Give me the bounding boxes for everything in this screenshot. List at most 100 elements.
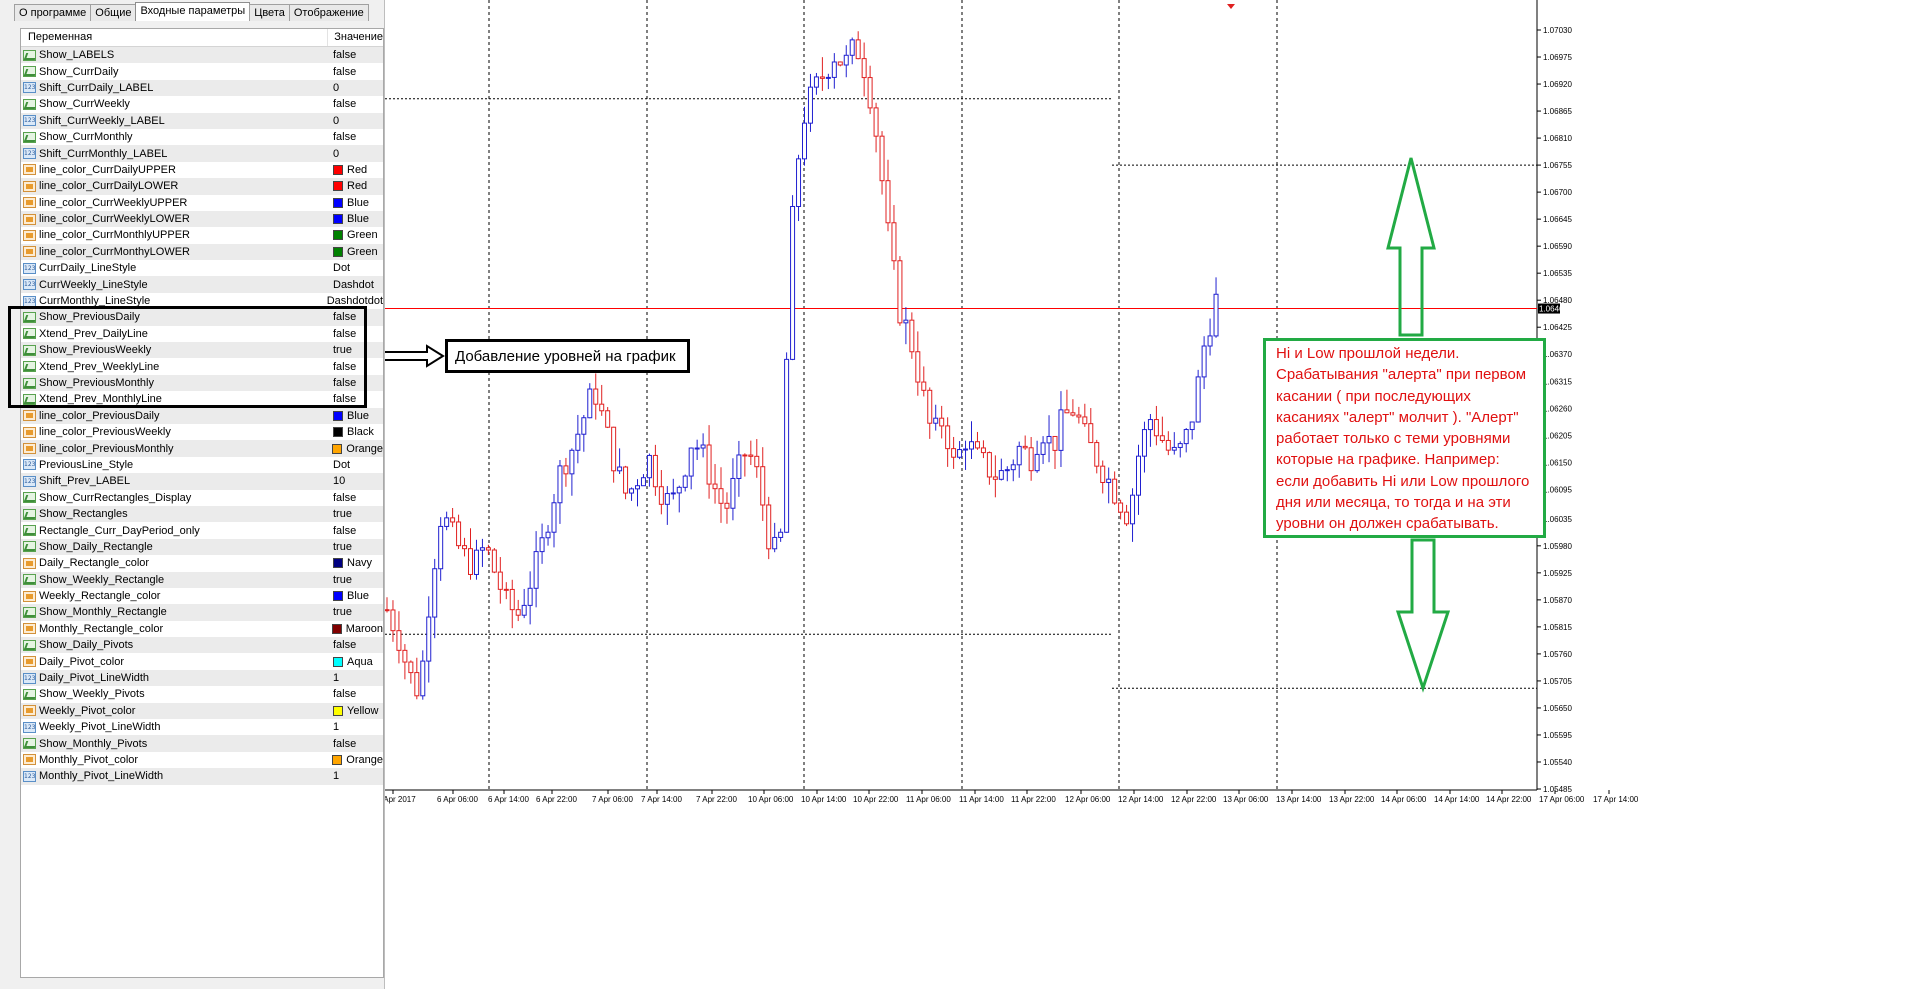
parameter-row[interactable]: line_color_CurrDailyLOWER Red bbox=[21, 178, 383, 195]
parameter-value[interactable]: false bbox=[333, 492, 356, 504]
parameter-row[interactable]: 123 Shift_CurrDaily_LABEL 0 bbox=[21, 79, 383, 97]
parameter-value[interactable]: true bbox=[333, 541, 352, 553]
parameter-value[interactable]: Blue bbox=[333, 590, 369, 602]
parameter-value[interactable]: Dot bbox=[333, 262, 350, 274]
bool-param-icon bbox=[23, 606, 36, 618]
parameter-value[interactable]: false bbox=[333, 98, 356, 110]
parameter-row[interactable]: Weekly_Pivot_color Yellow bbox=[21, 702, 383, 720]
tab-0[interactable]: О программе bbox=[14, 4, 92, 21]
parameter-value[interactable]: Maroon bbox=[331, 623, 383, 635]
candle-body bbox=[813, 76, 819, 88]
parameter-value[interactable]: Aqua bbox=[333, 656, 373, 668]
parameter-row[interactable]: Show_LABELS false bbox=[21, 47, 383, 64]
parameter-row[interactable]: 123 Monthly_Pivot_LineWidth 1 bbox=[21, 768, 383, 785]
parameter-value[interactable]: false bbox=[333, 66, 356, 78]
parameter-row[interactable]: line_color_CurrDailyUPPER Red bbox=[21, 162, 383, 178]
parameter-value[interactable]: false bbox=[333, 131, 356, 143]
parameter-value[interactable]: 0 bbox=[333, 82, 339, 94]
parameter-row[interactable]: Show_CurrDaily false bbox=[21, 63, 383, 79]
parameter-value[interactable]: 1 bbox=[333, 770, 339, 782]
parameter-row[interactable]: line_color_PreviousWeekly Black bbox=[21, 424, 383, 440]
parameter-row[interactable]: Show_Rectangles true bbox=[21, 505, 383, 523]
tab-2[interactable]: Входные параметры bbox=[135, 2, 251, 21]
parameter-row[interactable]: Rectangle_Curr_DayPeriod_only false bbox=[21, 522, 383, 538]
parameter-row[interactable]: line_color_PreviousMonthly Orange bbox=[21, 440, 383, 457]
parameter-value[interactable]: 0 bbox=[333, 148, 339, 160]
candle-body bbox=[521, 604, 527, 616]
parameter-row[interactable]: Show_CurrMonthly false bbox=[21, 129, 383, 145]
parameter-value[interactable]: false bbox=[333, 49, 356, 61]
tab-1[interactable]: Общие bbox=[90, 4, 137, 21]
parameter-value[interactable]: Blue bbox=[333, 213, 369, 225]
parameter-value[interactable]: Red bbox=[333, 164, 367, 176]
parameter-row[interactable]: line_color_PreviousDaily Blue bbox=[21, 407, 383, 424]
candle-body bbox=[1076, 414, 1082, 418]
column-header-variable[interactable]: Переменная bbox=[21, 29, 329, 46]
parameter-row[interactable]: Monthly_Pivot_color Orange bbox=[21, 752, 383, 768]
parameter-value-text: Blue bbox=[347, 196, 370, 209]
parameter-value[interactable]: false bbox=[333, 738, 356, 750]
parameter-value[interactable]: Orange bbox=[332, 754, 383, 766]
parameter-value[interactable]: false bbox=[333, 639, 356, 651]
parameter-row[interactable]: Weekly_Rectangle_color Blue bbox=[21, 588, 383, 604]
parameter-row[interactable]: 123 Daily_Pivot_LineWidth 1 bbox=[21, 669, 383, 687]
parameter-value[interactable]: Black bbox=[333, 426, 374, 438]
color-swatch bbox=[333, 164, 343, 175]
parameter-row[interactable]: 123 Shift_CurrWeekly_LABEL 0 bbox=[21, 112, 383, 129]
parameter-value[interactable]: Yellow bbox=[333, 705, 378, 717]
parameter-value[interactable]: true bbox=[333, 606, 352, 618]
parameter-value[interactable]: Navy bbox=[333, 557, 372, 569]
parameter-name: Monthly_Rectangle_color bbox=[39, 622, 164, 635]
parameter-row[interactable]: 123 Shift_Prev_LABEL 10 bbox=[21, 473, 383, 490]
parameter-row[interactable]: Show_Weekly_Pivots false bbox=[21, 686, 383, 702]
chart-canvas[interactable]: 1.07030 1.06975 1.06920 1.06865 1.06810 1.067… bbox=[385, 0, 1913, 989]
parameter-row[interactable]: line_color_CurrMonthlyUPPER Green bbox=[21, 227, 383, 243]
parameter-row[interactable]: Show_CurrRectangles_Display false bbox=[21, 490, 383, 506]
candle-body bbox=[1213, 293, 1219, 337]
parameter-row[interactable]: 123 CurrDaily_LineStyle Dot bbox=[21, 260, 383, 276]
parameter-row[interactable]: Show_Daily_Pivots false bbox=[21, 637, 383, 654]
parameter-value[interactable]: false bbox=[333, 688, 356, 700]
candle-body bbox=[927, 389, 933, 424]
parameter-row[interactable]: Show_CurrWeekly false bbox=[21, 96, 383, 112]
parameter-row[interactable]: 123 Weekly_Pivot_LineWidth 1 bbox=[21, 719, 383, 735]
parameter-value[interactable]: 0 bbox=[333, 115, 339, 127]
parameter-value[interactable]: Green bbox=[333, 229, 378, 241]
parameter-value[interactable]: 1 bbox=[333, 721, 339, 733]
column-header-value[interactable]: Значение bbox=[328, 29, 383, 46]
time-label: 13 Apr 22:00 bbox=[1329, 795, 1375, 804]
candle-body bbox=[1201, 345, 1207, 378]
parameter-value[interactable]: Orange bbox=[332, 443, 383, 455]
tab-3[interactable]: Цвета bbox=[249, 4, 290, 21]
parameter-value[interactable]: 10 bbox=[333, 475, 345, 487]
parameter-row[interactable]: 123 CurrWeekly_LineStyle Dashdot bbox=[21, 276, 383, 293]
parameter-row[interactable]: Monthly_Rectangle_color Maroon bbox=[21, 621, 383, 637]
parameter-value[interactable]: false bbox=[333, 525, 356, 537]
price-label: 1.06095 bbox=[1543, 485, 1572, 494]
price-chart[interactable]: 1.07030 1.06975 1.06920 1.06865 1.06810 1.067… bbox=[385, 0, 1913, 989]
parameter-value[interactable]: 1 bbox=[333, 672, 339, 684]
parameter-value[interactable]: true bbox=[333, 508, 352, 520]
parameter-value[interactable]: Red bbox=[333, 180, 367, 192]
parameter-value[interactable]: Blue bbox=[333, 410, 369, 422]
parameter-row[interactable]: 123 Shift_CurrMonthly_LABEL 0 bbox=[21, 145, 383, 162]
parameter-row[interactable]: Show_Daily_Rectangle true bbox=[21, 538, 383, 556]
parameter-row[interactable]: Show_Monthly_Rectangle true bbox=[21, 604, 383, 621]
parameter-row[interactable]: line_color_CurrWeeklyLOWER Blue bbox=[21, 210, 383, 228]
parameter-value[interactable]: Blue bbox=[333, 197, 369, 209]
candle-body bbox=[1022, 445, 1028, 449]
parameter-value[interactable]: Green bbox=[333, 246, 378, 258]
parameter-value[interactable]: Dot bbox=[333, 459, 350, 471]
callout-add-levels: Добавление уровней на график bbox=[445, 339, 690, 373]
parameter-row[interactable]: line_color_CurrMonthyLOWER Green bbox=[21, 243, 383, 261]
parameter-row[interactable]: 123 PreviousLine_Style Dot bbox=[21, 457, 383, 473]
parameter-value[interactable]: Dashdot bbox=[333, 279, 374, 291]
parameter-row[interactable]: Show_Weekly_Rectangle true bbox=[21, 571, 383, 588]
tab-4[interactable]: Отображение bbox=[288, 4, 369, 21]
candle-body bbox=[551, 502, 557, 533]
parameter-row[interactable]: Daily_Pivot_color Aqua bbox=[21, 653, 383, 669]
parameter-row[interactable]: Show_Monthly_Pivots false bbox=[21, 735, 383, 752]
parameter-value[interactable]: true bbox=[333, 574, 352, 586]
parameter-row[interactable]: Daily_Rectangle_color Navy bbox=[21, 555, 383, 571]
parameter-row[interactable]: line_color_CurrWeeklyUPPER Blue bbox=[21, 195, 383, 211]
